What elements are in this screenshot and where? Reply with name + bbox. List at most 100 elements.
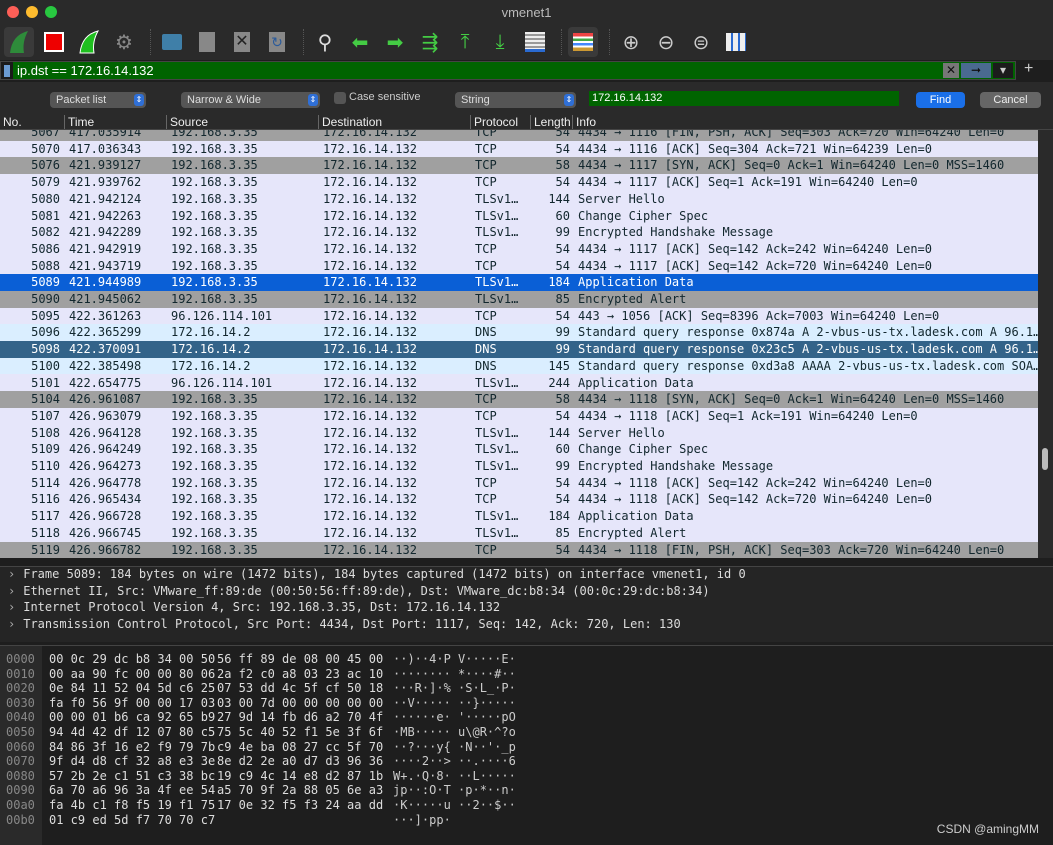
cell-src: 192.168.3.35 xyxy=(171,492,258,507)
column-info[interactable]: Info xyxy=(572,115,596,129)
cell-proto: TLSv1… xyxy=(475,509,519,524)
packet-row[interactable]: 5114 426.964778 192.168.3.35 172.16.14.132 T… xyxy=(0,474,1038,492)
expand-chevron-icon[interactable]: › xyxy=(8,617,15,631)
display-filter-input[interactable] xyxy=(13,63,943,78)
packet-row[interactable]: 5119 426.966782 192.168.3.35 172.16.14.132 T… xyxy=(0,541,1038,558)
hex-row[interactable]: 0030 fa f0 56 9f 00 00 17 03 03 00 7d 00 0… xyxy=(0,696,1053,710)
search-in-select[interactable]: Packet list ⇕ xyxy=(50,92,146,108)
expand-chevron-icon[interactable]: › xyxy=(8,600,15,614)
scrollbar-thumb[interactable] xyxy=(1042,448,1048,470)
cell-time: 421.942263 xyxy=(69,208,142,223)
packet-row[interactable]: 5088 421.943719 192.168.3.35 172.16.14.132 T… xyxy=(0,257,1038,275)
bookmark-icon[interactable] xyxy=(1,62,13,79)
cell-no: 5096 xyxy=(31,325,60,340)
case-sensitive-checkbox[interactable] xyxy=(334,92,346,104)
detail-tree-item[interactable]: › Frame 5089: 184 bytes on wire (1472 bit… xyxy=(0,567,1053,584)
detail-tree-item[interactable]: › Internet Protocol Version 4, Src: 192.1… xyxy=(0,600,1053,617)
packet-row[interactable]: 5110 426.964273 192.168.3.35 172.16.14.132 T… xyxy=(0,458,1038,475)
capture-options-icon[interactable]: ⚙ xyxy=(109,27,139,57)
packet-row[interactable]: 5090 421.945062 192.168.3.35 172.16.14.132 T… xyxy=(0,291,1038,308)
hex-row[interactable]: 0000 00 0c 29 dc b8 34 00 50 56 ff 89 de 0… xyxy=(0,652,1053,666)
find-packet-icon[interactable]: ⚲ xyxy=(310,27,340,57)
find-input[interactable]: 172.16.14.132 xyxy=(589,91,899,106)
cell-len: 145 xyxy=(548,358,570,373)
hex-row[interactable]: 0050 94 4d 42 df 12 07 80 c5 75 5c 40 52 f… xyxy=(0,725,1053,739)
packet-row[interactable]: 5100 422.385498 172.16.14.2 172.16.14.132 DN… xyxy=(0,357,1038,375)
column-length[interactable]: Length xyxy=(530,115,572,129)
start-capture-icon[interactable] xyxy=(4,27,34,57)
cancel-button[interactable]: Cancel xyxy=(980,92,1041,108)
open-file-icon[interactable] xyxy=(157,27,187,57)
cell-dst: 172.16.14.132 xyxy=(323,475,417,490)
zoom-in-icon[interactable]: ⊕ xyxy=(616,27,646,57)
cell-time: 421.942124 xyxy=(69,191,142,206)
packet-row[interactable]: 5101 422.654775 96.126.114.101 172.16.14.13… xyxy=(0,374,1038,392)
column-protocol[interactable]: Protocol xyxy=(470,115,518,129)
cell-src: 192.168.3.35 xyxy=(171,258,258,273)
detail-tree-item[interactable]: › Transmission Control Protocol, Src Port… xyxy=(0,617,1053,634)
packet-row[interactable]: 5095 422.361263 96.126.114.101 172.16.14.13… xyxy=(0,307,1038,325)
colorize-icon[interactable] xyxy=(568,27,598,57)
packet-row[interactable]: 5070 417.036343 192.168.3.35 172.16.14.132 T… xyxy=(0,140,1038,158)
packet-row[interactable]: 5067 417.035914 192.168.3.35 172.16.14.132 T… xyxy=(0,130,1038,141)
hex-row[interactable]: 0090 6a 70 a6 96 3a 4f ee 54 a5 70 9f 2a 8… xyxy=(0,783,1053,797)
hex-row[interactable]: 00a0 fa 4b c1 f8 f5 19 f1 75 17 0e 32 f5 f… xyxy=(0,798,1053,812)
packet-row[interactable]: 5107 426.963079 192.168.3.35 172.16.14.132 T… xyxy=(0,407,1038,425)
packet-row[interactable]: 5082 421.942289 192.168.3.35 172.16.14.132 T… xyxy=(0,224,1038,241)
hex-off: 00b0 xyxy=(6,812,35,827)
column-no[interactable]: No. xyxy=(0,115,22,129)
reload-file-icon[interactable]: ↻ xyxy=(262,27,292,57)
packet-row[interactable]: 5081 421.942263 192.168.3.35 172.16.14.132 T… xyxy=(0,207,1038,225)
packet-row[interactable]: 5080 421.942124 192.168.3.35 172.16.14.132 T… xyxy=(0,190,1038,208)
autoscroll-icon[interactable] xyxy=(520,27,550,57)
clear-filter-button[interactable]: ✕ xyxy=(943,63,959,78)
cell-info: 4434 → 1116 [FIN, PSH, ACK] Seq=303 Ack=… xyxy=(578,130,1005,139)
hex-row[interactable]: 0060 84 86 3f 16 e2 f9 79 7b c9 4e ba 08 2… xyxy=(0,740,1053,754)
detail-tree-item[interactable]: › Ethernet II, Src: VMware_ff:89:de (00:5… xyxy=(0,584,1053,601)
packet-list-scrollbar[interactable] xyxy=(1038,130,1053,558)
hex-row[interactable]: 00b0 01 c9 ed 5d f7 70 70 c7 ···]·pp· xyxy=(0,813,1053,827)
packet-row[interactable]: 5076 421.939127 192.168.3.35 172.16.14.132 T… xyxy=(0,157,1038,175)
last-packet-icon[interactable]: ⤓ xyxy=(485,27,515,57)
hex-ascii: ······e· '·····pO xyxy=(393,710,516,725)
apply-filter-button[interactable]: ➞ xyxy=(961,63,991,78)
expand-chevron-icon[interactable]: › xyxy=(8,584,15,598)
packet-row[interactable]: 5096 422.365299 172.16.14.2 172.16.14.132 DN… xyxy=(0,324,1038,342)
hex-row[interactable]: 0020 0e 84 11 52 04 5d c6 25 07 53 dd 4c 5… xyxy=(0,681,1053,695)
find-button[interactable]: Find xyxy=(916,92,965,108)
hex-row[interactable]: 0080 57 2b 2e c1 51 c3 38 bc 19 c9 4c 14 e… xyxy=(0,769,1053,783)
packet-row[interactable]: 5079 421.939762 192.168.3.35 172.16.14.132 T… xyxy=(0,174,1038,191)
hex-row[interactable]: 0010 00 aa 90 fc 00 00 80 06 2a f2 c0 a8 0… xyxy=(0,667,1053,681)
cell-info: Encrypted Alert xyxy=(578,525,687,540)
packet-row[interactable]: 5104 426.961087 192.168.3.35 172.16.14.132 T… xyxy=(0,391,1038,408)
normal-size-icon[interactable]: ⊜ xyxy=(686,27,716,57)
column-source[interactable]: Source xyxy=(166,115,208,129)
char-width-select[interactable]: Narrow & Wide ⇕ xyxy=(181,92,320,108)
column-time[interactable]: Time xyxy=(64,115,94,129)
packet-row[interactable]: 5117 426.966728 192.168.3.35 172.16.14.132 T… xyxy=(0,508,1038,525)
packet-row[interactable]: 5109 426.964249 192.168.3.35 172.16.14.132 T… xyxy=(0,441,1038,458)
zoom-out-icon[interactable]: ⊖ xyxy=(651,27,681,57)
go-back-icon[interactable]: ⬅ xyxy=(345,27,375,57)
packet-row[interactable]: 5089 421.944989 192.168.3.35 172.16.14.132 T… xyxy=(0,274,1038,291)
packet-row[interactable]: 5118 426.966745 192.168.3.35 172.16.14.132 T… xyxy=(0,524,1038,542)
first-packet-icon[interactable]: ⤒ xyxy=(450,27,480,57)
hex-row[interactable]: 0070 9f d4 d8 cf 32 a8 e3 3e 8e d2 2e a0 d… xyxy=(0,754,1053,768)
go-to-packet-icon[interactable]: ⇶ xyxy=(415,27,445,57)
stop-capture-icon[interactable] xyxy=(39,27,69,57)
save-file-icon[interactable] xyxy=(192,27,222,57)
packet-row[interactable]: 5086 421.942919 192.168.3.35 172.16.14.132 T… xyxy=(0,240,1038,258)
filter-history-dropdown[interactable]: ▾ xyxy=(993,63,1013,78)
restart-capture-icon[interactable] xyxy=(74,27,104,57)
add-filter-button-icon[interactable]: + xyxy=(1024,60,1033,78)
column-destination[interactable]: Destination xyxy=(318,115,382,129)
go-forward-icon[interactable]: ➡ xyxy=(380,27,410,57)
packet-row[interactable]: 5098 422.370091 172.16.14.2 172.16.14.132 DN… xyxy=(0,341,1038,358)
search-type-select[interactable]: String ⇕ xyxy=(455,92,576,108)
packet-row[interactable]: 5116 426.965434 192.168.3.35 172.16.14.132 T… xyxy=(0,491,1038,509)
packet-row[interactable]: 5108 426.964128 192.168.3.35 172.16.14.132 T… xyxy=(0,424,1038,442)
close-file-icon[interactable]: ✕ xyxy=(227,27,257,57)
hex-row[interactable]: 0040 00 00 01 b6 ca 92 65 b9 27 9d 14 fb d… xyxy=(0,710,1053,724)
expand-chevron-icon[interactable]: › xyxy=(8,567,15,581)
resize-columns-icon[interactable] xyxy=(721,27,751,57)
